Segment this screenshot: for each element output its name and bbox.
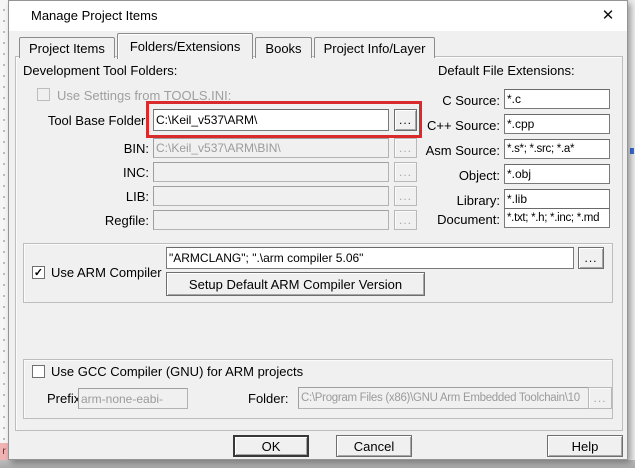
regfile-input: [153, 210, 389, 230]
setup-default-arm-compiler-button[interactable]: Setup Default ARM Compiler Version: [166, 272, 425, 296]
ellipsis-icon: ...: [399, 143, 412, 153]
close-icon[interactable]: ✕: [597, 6, 619, 26]
default-file-extensions-label: Default File Extensions:: [438, 63, 575, 78]
document-label: Document:: [414, 212, 500, 227]
ellipsis-icon: ...: [399, 115, 412, 125]
use-arm-compiler-label: Use ARM Compiler: [51, 265, 162, 280]
object-label: Object:: [414, 168, 500, 183]
background-left-edge: r: [0, 0, 8, 468]
library-label: Library:: [414, 193, 500, 208]
use-arm-compiler-checkbox[interactable]: ✓: [32, 266, 45, 279]
arm-compiler-browse-button[interactable]: ...: [578, 247, 604, 269]
cpp-source-label: C++ Source:: [414, 118, 500, 133]
page-title: Manage Project Items: [31, 8, 157, 23]
asm-source-label: Asm Source:: [414, 143, 500, 158]
arm-compiler-input[interactable]: [166, 247, 574, 269]
use-settings-tools-ini-checkbox[interactable]: [37, 88, 50, 101]
ellipsis-icon: ...: [594, 393, 607, 403]
gcc-folder-input: [298, 387, 591, 409]
object-input[interactable]: [504, 164, 610, 184]
check-icon: ✓: [34, 267, 43, 279]
c-source-label: C Source:: [414, 93, 500, 108]
tool-base-folder-input[interactable]: [153, 109, 389, 131]
gcc-folder-label: Folder:: [248, 391, 288, 406]
background-artifact-blue: [630, 148, 634, 154]
gcc-prefix-input: [78, 388, 188, 409]
development-tool-folders-label: Development Tool Folders:: [23, 63, 177, 78]
c-source-input[interactable]: [504, 89, 610, 109]
gcc-folder-browse-button: ...: [588, 387, 612, 409]
asm-source-input[interactable]: [504, 139, 610, 159]
ellipsis-icon: ...: [585, 253, 598, 263]
cancel-button[interactable]: Cancel: [336, 435, 412, 457]
bin-label: BIN:: [19, 141, 149, 156]
regfile-label: Regfile:: [19, 213, 149, 228]
tab-project-items[interactable]: Project Items: [19, 37, 115, 58]
background-right-edge: [628, 0, 635, 460]
tool-base-folder-label: Tool Base Folder:: [19, 113, 149, 128]
ellipsis-icon: ...: [399, 215, 412, 225]
library-input[interactable]: [504, 189, 610, 209]
use-gcc-compiler-label: Use GCC Compiler (GNU) for ARM projects: [51, 364, 303, 379]
help-button[interactable]: Help: [547, 435, 623, 457]
use-settings-tools-ini-label: Use Settings from TOOLS.INI:: [57, 88, 231, 103]
cpp-source-input[interactable]: [504, 114, 610, 134]
lib-input: [153, 186, 389, 206]
tab-folders-extensions[interactable]: Folders/Extensions: [117, 33, 254, 59]
title-bar: Manage Project Items ✕: [9, 1, 627, 31]
inc-label: INC:: [19, 165, 149, 180]
background-bottom-edge: [0, 460, 635, 468]
inc-input: [153, 162, 389, 182]
tab-strip: Project Items Folders/Extensions Books P…: [19, 32, 437, 58]
document-input[interactable]: [504, 208, 610, 228]
tab-books[interactable]: Books: [255, 37, 311, 58]
manage-project-items-dialog: Manage Project Items ✕ Project Items Fol…: [8, 0, 628, 460]
ellipsis-icon: ...: [399, 167, 412, 177]
bin-input: [153, 138, 389, 158]
lib-label: LIB:: [19, 189, 149, 204]
tab-project-info-layer[interactable]: Project Info/Layer: [314, 37, 436, 58]
use-gcc-compiler-checkbox[interactable]: [32, 365, 45, 378]
ellipsis-icon: ...: [399, 191, 412, 201]
ok-button[interactable]: OK: [233, 435, 309, 457]
